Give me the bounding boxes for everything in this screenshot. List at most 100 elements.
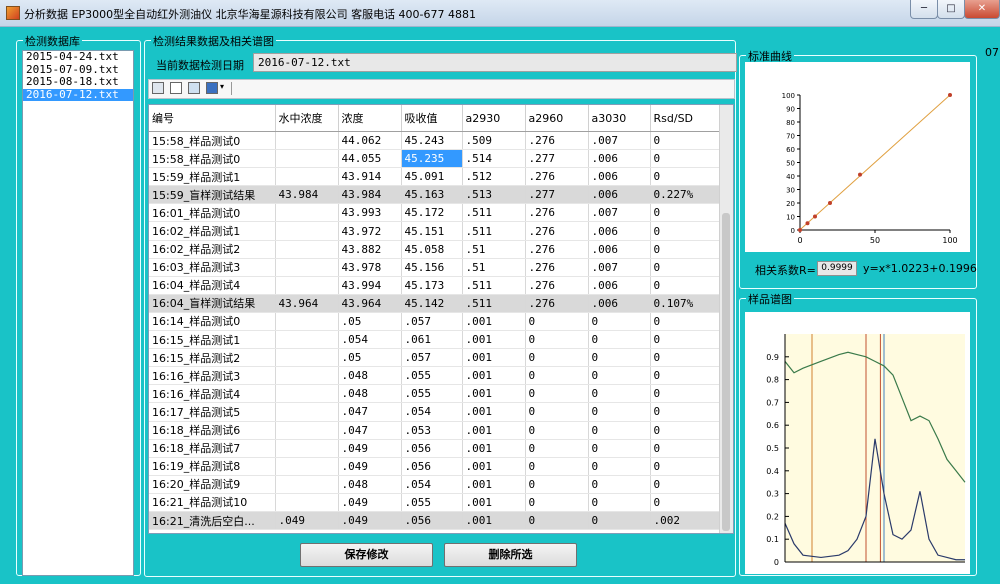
table-cell[interactable]	[275, 131, 339, 151]
column-header[interactable]: 浓度	[338, 105, 402, 132]
table-cell[interactable]: 0	[650, 221, 721, 241]
table-cell[interactable]: 0	[650, 402, 721, 422]
table-cell[interactable]: .049	[338, 439, 402, 458]
date-field[interactable]: 2016-07-12.txt	[253, 53, 737, 72]
close-icon[interactable]: ✕	[964, 0, 1000, 19]
table-cell[interactable]: .054	[338, 330, 402, 350]
table-cell[interactable]: .001	[462, 511, 526, 531]
table-cell[interactable]: 43.984	[338, 185, 402, 205]
table-cell[interactable]: .048	[338, 384, 402, 404]
column-header[interactable]: 水中浓度	[275, 105, 339, 132]
table-cell[interactable]: 0.107%	[650, 294, 721, 313]
table-cell[interactable]: 43.993	[338, 203, 402, 223]
column-header[interactable]: 吸收值	[401, 105, 463, 132]
table-cell[interactable]: .055	[401, 384, 463, 404]
table-cell[interactable]: .006	[588, 149, 651, 169]
table-cell[interactable]: .05	[338, 312, 402, 332]
table-cell[interactable]: 45.156	[401, 258, 463, 277]
table-cell[interactable]: 0	[525, 511, 589, 531]
table-cell[interactable]: .276	[525, 131, 589, 151]
table-cell[interactable]: 0	[525, 330, 589, 350]
table-cell[interactable]: .511	[462, 276, 526, 295]
table-cell[interactable]: 43.972	[338, 221, 402, 241]
table-row[interactable]: 15:58_样品测试0 44.055 45.235.514.277.006 0	[149, 149, 721, 169]
table-cell[interactable]: 45.151	[401, 221, 463, 241]
table-cell[interactable]: 16:16_样品测试4	[149, 384, 276, 404]
table-cell[interactable]: .511	[462, 203, 526, 223]
table-cell[interactable]: 44.062	[338, 131, 402, 151]
table-cell[interactable]: 0	[588, 330, 651, 350]
table-cell[interactable]: 0	[650, 457, 721, 476]
table-cell[interactable]: .055	[401, 493, 463, 512]
table-cell[interactable]: .057	[401, 312, 463, 332]
table-cell[interactable]: .51	[462, 258, 526, 277]
table-row[interactable]: 16:21_清洗后空白... .049.049.056.001 0 0.002	[149, 511, 721, 531]
table-cell[interactable]: 0	[588, 402, 651, 422]
table-cell[interactable]: .001	[462, 457, 526, 476]
table-cell[interactable]: .006	[588, 294, 651, 313]
table-cell[interactable]	[275, 203, 339, 223]
table-cell[interactable]: 0	[650, 348, 721, 368]
table-row[interactable]: 15:58_样品测试0 44.062 45.243.509.276.007 0	[149, 131, 721, 151]
table-cell[interactable]: 0	[588, 384, 651, 404]
table-cell[interactable]: .007	[588, 203, 651, 223]
table-cell[interactable]: 16:18_样品测试7	[149, 439, 276, 458]
table-cell[interactable]	[275, 330, 339, 350]
table-cell[interactable]: .049	[275, 511, 339, 531]
table-cell[interactable]: .047	[338, 402, 402, 422]
table-cell[interactable]	[275, 402, 339, 422]
table-cell[interactable]: 43.964	[275, 294, 339, 313]
results-grid[interactable]: 编号 水中浓度 浓度 吸收值 a2930 a2960 a3030 Rsd/SD 15:58_样…	[148, 104, 734, 534]
table-cell[interactable]: 44.055	[338, 149, 402, 169]
table-cell[interactable]: .049	[338, 511, 402, 531]
table-row[interactable]: 16:15_样品测试2.05.057.001 0 0 0	[149, 348, 721, 368]
table-cell[interactable]	[275, 312, 339, 332]
table-cell[interactable]: .276	[525, 203, 589, 223]
table-cell[interactable]: .001	[462, 348, 526, 368]
table-cell[interactable]: 16:15_样品测试1	[149, 330, 276, 350]
table-cell[interactable]: .512	[462, 167, 526, 187]
scrollbar-thumb[interactable]	[722, 213, 730, 531]
file-item[interactable]: 2015-04-24.txt	[23, 50, 133, 64]
table-cell[interactable]: 0	[588, 366, 651, 386]
column-header[interactable]: a3030	[588, 105, 651, 132]
table-cell[interactable]: .001	[462, 366, 526, 386]
table-cell[interactable]: 15:59_样品测试1	[149, 167, 276, 187]
table-cell[interactable]: 0	[650, 149, 721, 169]
table-cell[interactable]: 45.142	[401, 294, 463, 313]
table-cell[interactable]: 0	[588, 457, 651, 476]
table-cell[interactable]: .049	[338, 457, 402, 476]
table-cell[interactable]: .51	[462, 240, 526, 259]
table-cell[interactable]	[275, 149, 339, 169]
table-cell[interactable]: .001	[462, 439, 526, 458]
table-cell[interactable]: 0	[650, 493, 721, 512]
table-row[interactable]: 16:02_样品测试2 43.882 45.058.51.276.006 0	[149, 240, 721, 259]
table-cell[interactable]: 0	[650, 258, 721, 277]
table-cell[interactable]: .001	[462, 475, 526, 494]
table-cell[interactable]	[275, 258, 339, 277]
table-cell[interactable]: .509	[462, 131, 526, 151]
table-cell[interactable]: .007	[588, 258, 651, 277]
table-cell[interactable]: 0	[588, 312, 651, 332]
table-cell[interactable]: 0	[525, 312, 589, 332]
table-cell[interactable]: .513	[462, 185, 526, 205]
table-cell[interactable]: 0	[650, 131, 721, 151]
table-cell[interactable]: .002	[650, 511, 721, 531]
table-cell[interactable]: .061	[401, 330, 463, 350]
table-cell[interactable]: .511	[462, 294, 526, 313]
table-cell[interactable]: .001	[462, 312, 526, 332]
column-header[interactable]: Rsd/SD	[650, 105, 721, 132]
table-cell[interactable]: 0	[650, 421, 721, 440]
table-cell[interactable]: 16:04_样品测试4	[149, 276, 276, 295]
table-cell[interactable]: 43.964	[338, 294, 402, 313]
table-cell[interactable]: 15:58_样品测试0	[149, 149, 276, 169]
table-cell[interactable]: 0	[650, 276, 721, 295]
column-header[interactable]: 编号	[149, 105, 276, 132]
table-cell[interactable]: .006	[588, 167, 651, 187]
table-cell[interactable]: .276	[525, 240, 589, 259]
table-cell[interactable]: 0	[650, 384, 721, 404]
table-cell[interactable]: .276	[525, 276, 589, 295]
table-cell[interactable]: .048	[338, 366, 402, 386]
table-cell[interactable]: 45.163	[401, 185, 463, 205]
table-cell[interactable]: 45.173	[401, 276, 463, 295]
